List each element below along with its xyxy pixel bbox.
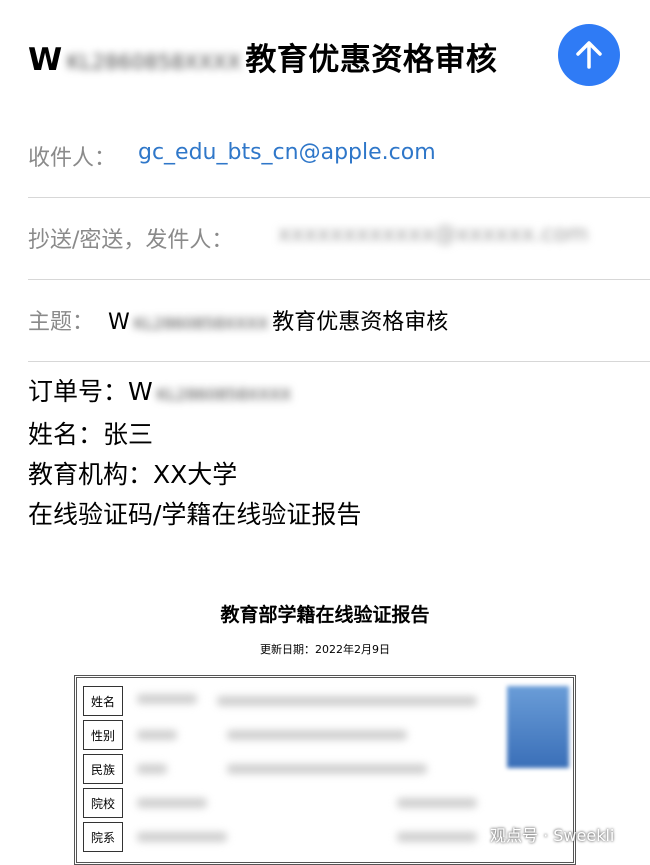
field-label-name: 姓名 [83, 686, 123, 716]
order-number-line: 订单号：W KL2860858XXXX [28, 372, 628, 415]
redacted-value [397, 798, 477, 808]
subject-suffix: 教育优惠资格审核 [272, 310, 449, 335]
subject-redacted: KL2860858XXXX [133, 314, 269, 333]
subject-label: 主题： [28, 310, 95, 335]
redacted-value [137, 832, 227, 842]
redacted-value [217, 696, 477, 706]
institution-line: 教育机构：XX大学 [28, 460, 238, 489]
cc-value-redacted[interactable]: xxxxxxxxxxxx@xxxxxx.com [278, 222, 588, 247]
to-row[interactable]: 收件人： gc_edu_bts_cn@apple.com [28, 118, 650, 198]
redacted-value [137, 730, 177, 740]
verification-report-image[interactable]: 教育部学籍在线验证报告 更新日期：2022年2月9日 姓名 性别 民族 院校 院… [0, 580, 650, 865]
redacted-value [227, 764, 427, 774]
redacted-value [397, 832, 477, 842]
cc-label: 抄送/密送，发件人： [28, 228, 234, 253]
subject-title-prefix: W [28, 42, 63, 78]
order-redacted: KL2860858XXXX [156, 385, 292, 404]
field-label-gender: 性别 [83, 720, 123, 750]
field-label-school: 院校 [83, 788, 123, 818]
to-label: 收件人： [28, 146, 117, 171]
redacted-value [137, 764, 167, 774]
watermark: 观点号 · Sweekli [490, 826, 615, 845]
order-prefix: W [128, 377, 153, 406]
redacted-value [227, 730, 407, 740]
send-button[interactable] [558, 24, 620, 86]
subject-title-suffix: 教育优惠资格审核 [245, 42, 498, 78]
subject-row[interactable]: 主题： W KL2860858XXXX 教育优惠资格审核 [28, 282, 650, 362]
student-photo [507, 686, 569, 768]
field-label-ethnicity: 民族 [83, 754, 123, 784]
report-title: 教育部学籍在线验证报告 [220, 604, 430, 626]
redacted-value [137, 694, 197, 704]
report-date: 更新日期：2022年2月9日 [260, 643, 390, 656]
arrow-up-icon [576, 41, 602, 69]
divider [28, 197, 650, 198]
email-subject-title: W KL2860858XXXX 教育优惠资格审核 [28, 34, 497, 79]
subject-field[interactable]: W KL2860858XXXX 教育优惠资格审核 [108, 304, 448, 336]
name-line: 姓名：张三 [28, 420, 154, 449]
report-line: 在线验证码/学籍在线验证报告 [28, 500, 362, 529]
redacted-value [137, 798, 207, 808]
email-header: W KL2860858XXXX 教育优惠资格审核 [0, 0, 650, 118]
email-body[interactable]: 订单号：W KL2860858XXXX 姓名：张三 教育机构：XX大学 在线验证码… [28, 372, 628, 535]
to-recipient[interactable]: gc_edu_bts_cn@apple.com [138, 140, 436, 165]
divider [28, 361, 650, 362]
divider [28, 279, 650, 280]
subject-prefix: W [108, 310, 130, 335]
subject-title-redacted: KL2860858XXXX [66, 49, 242, 74]
cc-from-row[interactable]: 抄送/密送，发件人： xxxxxxxxxxxx@xxxxxx.com [28, 200, 650, 280]
order-label: 订单号： [28, 377, 129, 406]
field-label-department: 院系 [83, 822, 123, 852]
